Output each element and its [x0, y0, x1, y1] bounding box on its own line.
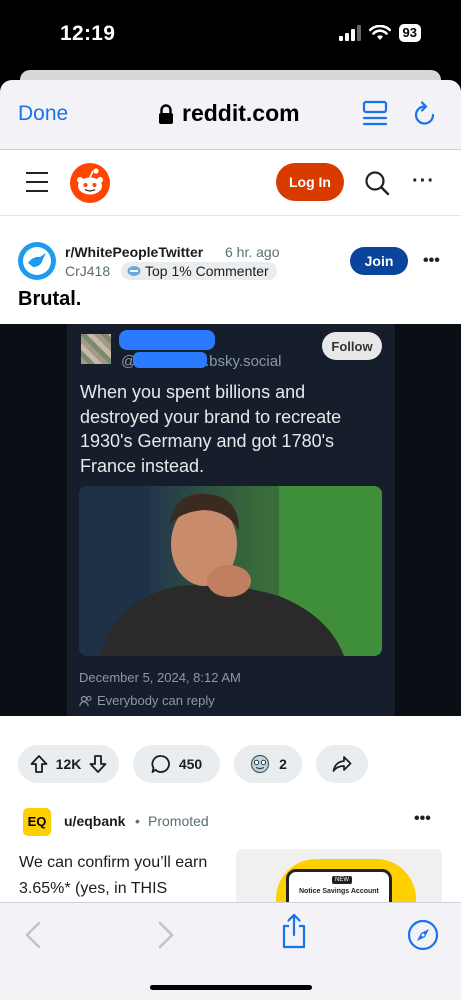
upvote-icon[interactable]	[30, 754, 48, 774]
downvote-icon[interactable]	[89, 754, 107, 774]
home-indicator	[150, 985, 312, 990]
comment-icon	[151, 755, 170, 773]
browser-toolbar: Done reddit.com	[0, 80, 461, 150]
share-arrow-icon	[332, 756, 352, 772]
user-flair: Top 1% Commenter	[121, 262, 277, 280]
embedded-author-avatar	[81, 334, 111, 364]
url-text: reddit.com	[182, 100, 300, 126]
embedded-photo	[79, 486, 382, 656]
search-icon[interactable]	[364, 170, 390, 196]
post-media[interactable]: @ .bsky.social Follow When you spent bil…	[0, 324, 461, 716]
redaction-mark	[133, 352, 207, 368]
safari-compass-icon[interactable]	[407, 919, 439, 951]
promoted-post[interactable]: EQ u/eqbank • Promoted ••• We can confir…	[0, 802, 461, 902]
reader-mode-icon[interactable]	[362, 100, 388, 128]
post-more-icon[interactable]: •••	[423, 252, 440, 270]
embedded-follow-button: Follow	[322, 332, 382, 360]
comment-count: 450	[178, 756, 203, 772]
subreddit-avatar[interactable]	[18, 242, 56, 280]
join-button[interactable]: Join	[350, 247, 408, 275]
phone-graphic: NEW Notice Savings Account	[286, 869, 392, 902]
bird-icon	[23, 247, 51, 275]
post-actions: 12K 450 2	[0, 716, 461, 802]
reload-icon[interactable]	[412, 100, 438, 128]
done-button[interactable]: Done	[18, 102, 68, 126]
promo-more-icon[interactable]: •••	[414, 810, 431, 828]
embedded-post-text: When you spent billions and destroyed yo…	[80, 382, 342, 476]
reddit-logo-icon[interactable]	[70, 163, 110, 203]
advertiser-name[interactable]: u/eqbank	[64, 813, 125, 829]
share-button[interactable]	[316, 745, 368, 783]
redaction-mark	[119, 330, 215, 350]
vote-count: 12K	[55, 756, 82, 772]
login-button[interactable]: Log In	[276, 163, 344, 201]
url-display[interactable]: reddit.com	[158, 100, 300, 127]
more-options-icon[interactable]: ···	[412, 170, 435, 193]
forward-icon[interactable]	[157, 921, 175, 949]
wifi-icon	[368, 25, 391, 40]
award-icon	[250, 754, 270, 774]
subreddit-name[interactable]: r/WhitePeopleTwitter	[65, 244, 203, 260]
post-time: 6 hr. ago	[225, 244, 280, 260]
person-photo	[79, 486, 382, 656]
promo-text[interactable]: We can confirm you’ll earn 3.65%* (yes, …	[19, 850, 224, 902]
embedded-post-date: December 5, 2024, 8:12 AM	[79, 670, 241, 685]
comments-button[interactable]: 450	[133, 745, 220, 783]
post-header: r/WhitePeopleTwitter 6 hr. ago CrJ418 To…	[0, 216, 461, 324]
commenter-badge-icon	[127, 266, 141, 276]
awards-button[interactable]: 2	[234, 745, 302, 783]
separator-dot: •	[135, 813, 140, 829]
advertiser-logo[interactable]: EQ	[23, 808, 51, 836]
status-time: 12:19	[60, 22, 116, 45]
lock-icon	[159, 103, 173, 124]
new-badge: NEW	[332, 876, 352, 884]
people-icon	[79, 695, 92, 706]
status-icons: 93	[338, 24, 421, 42]
vote-control: 12K	[18, 745, 119, 783]
menu-icon[interactable]	[26, 172, 48, 192]
promo-image[interactable]: NEW Notice Savings Account	[236, 849, 442, 902]
back-icon[interactable]	[24, 921, 42, 949]
promo-image-caption: Notice Savings Account	[299, 888, 379, 895]
post-title[interactable]: Brutal.	[18, 288, 81, 311]
cellular-signal-icon	[338, 25, 361, 41]
post-author[interactable]: CrJ418	[65, 263, 110, 279]
battery-indicator: 93	[398, 24, 421, 42]
embedded-post-card: @ .bsky.social Follow When you spent bil…	[67, 324, 395, 716]
reply-setting: Everybody can reply	[79, 693, 215, 708]
award-count: 2	[279, 756, 287, 772]
reddit-header: Log In ···	[0, 150, 461, 216]
status-bar: 12:19 93	[0, 0, 461, 70]
flair-text: Top 1% Commenter	[145, 263, 269, 279]
share-icon[interactable]	[280, 913, 308, 949]
browser-bottom-toolbar	[0, 902, 461, 1000]
promoted-label: Promoted	[148, 813, 209, 829]
